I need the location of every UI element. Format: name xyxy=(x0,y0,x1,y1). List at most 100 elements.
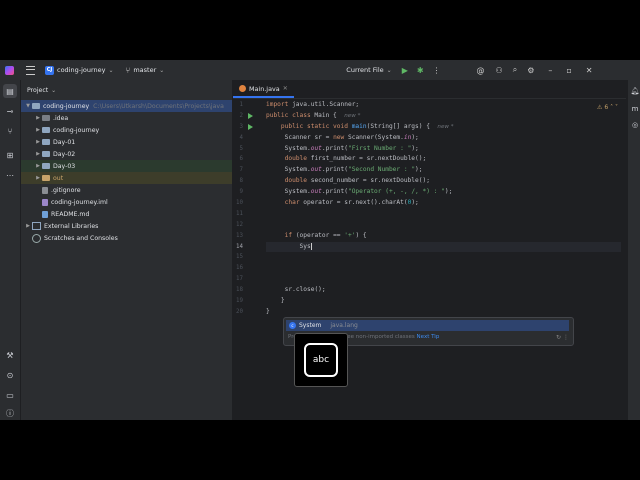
main-menu-icon[interactable] xyxy=(26,65,35,75)
tree-item-idea[interactable]: ▶ .idea xyxy=(21,112,232,124)
line-number: 12 xyxy=(236,221,243,228)
java-class-icon xyxy=(239,85,246,92)
run-class-gutter-icon[interactable] xyxy=(248,113,253,119)
more-actions-icon[interactable]: ⋮ xyxy=(433,66,441,75)
tree-item-scratches[interactable]: Scratches and Consoles xyxy=(21,232,232,244)
code-line-9: System.out.print("Operator (+, -, /, *) … xyxy=(266,187,621,198)
code-token: } xyxy=(266,307,270,315)
tree-item-day-01[interactable]: ▶ Day-01 xyxy=(21,136,232,148)
folder-icon xyxy=(42,115,50,121)
pull-requests-icon[interactable]: ⑂ xyxy=(3,124,17,138)
tree-item-readme[interactable]: README.md xyxy=(21,208,232,220)
code-token: java.util.Scanner; xyxy=(288,101,360,108)
commit-icon[interactable]: ⊸ xyxy=(3,104,17,118)
editor-tabs: Main.java ✕ xyxy=(233,80,626,99)
build-hammer-icon[interactable]: ⚒ xyxy=(3,348,17,362)
tree-item-gitignore[interactable]: .gitignore xyxy=(21,184,232,196)
settings-icon[interactable]: ⚙ xyxy=(527,66,534,75)
collapse-arrow-icon[interactable]: ▶ xyxy=(34,139,42,145)
code-line-10: char operator = sr.next().charAt(0); xyxy=(266,198,621,209)
tab-main-java[interactable]: Main.java ✕ xyxy=(233,81,294,98)
code-line-2: public class Main { new * xyxy=(266,111,621,122)
code-token: (operator == xyxy=(292,231,345,239)
line-number: 17 xyxy=(236,276,243,283)
tree-item-out[interactable]: ▶ out xyxy=(21,172,232,184)
code-token: operator = sr.next().charAt( xyxy=(299,199,408,207)
project-panel: Project ⌄ ▼ coding-journey C:\Users\Utka… xyxy=(21,80,233,420)
project-panel-title: Project xyxy=(27,86,49,94)
collapse-arrow-icon[interactable]: ▶ xyxy=(24,223,32,229)
line-number: 16 xyxy=(236,265,243,272)
collapse-arrow-icon[interactable]: ▶ xyxy=(34,163,42,169)
tree-item-iml[interactable]: coding-journey.iml xyxy=(21,196,232,208)
author-hint[interactable]: new * xyxy=(437,124,453,130)
tree-item-external-libraries[interactable]: ▶ External Libraries xyxy=(21,220,232,232)
code-token: double xyxy=(284,155,307,163)
code-token: "Second Number : " xyxy=(347,166,416,174)
code-line-13: if (operator == '+') { xyxy=(266,231,621,242)
debug-icon[interactable]: ✱ xyxy=(417,66,424,75)
folder-icon xyxy=(42,151,50,157)
code-token: "Operator (+, -, /, *) : " xyxy=(347,188,445,196)
close-icon[interactable]: ✕ xyxy=(586,66,593,75)
code-line-19: } xyxy=(266,296,621,307)
collapse-arrow-icon[interactable]: ▶ xyxy=(34,151,42,157)
close-tab-icon[interactable]: ✕ xyxy=(283,85,288,92)
collapse-arrow-icon[interactable]: ▶ xyxy=(34,115,42,121)
chevron-down-icon: ⌄ xyxy=(108,66,114,74)
line-number: 7 xyxy=(239,167,244,174)
minimize-icon[interactable]: – xyxy=(548,66,552,75)
restore-icon[interactable]: ▫ xyxy=(566,66,571,75)
expand-arrow-icon[interactable]: ▼ xyxy=(24,103,32,109)
completion-item[interactable]: c System java.lang xyxy=(286,320,569,331)
tree-root[interactable]: ▼ coding-journey C:\Users\Utkarsh\Docume… xyxy=(21,100,232,112)
structure-icon[interactable]: ⊞ xyxy=(3,148,17,162)
code-content[interactable]: import java.util.Scanner; public class M… xyxy=(266,100,621,318)
next-tip-link[interactable]: Next Tip xyxy=(417,334,440,340)
code-token: Main { xyxy=(310,111,337,119)
run-config-selector[interactable]: Current File ⌄ xyxy=(346,66,391,74)
search-icon[interactable]: ⌕ xyxy=(513,65,517,75)
refresh-icon[interactable]: ↻ xyxy=(556,334,561,341)
code-with-me-icon[interactable]: @ xyxy=(477,66,485,75)
code-token: out xyxy=(310,166,322,174)
project-switcher[interactable]: CJ coding-journey ⌄ xyxy=(45,65,114,75)
terminal-icon[interactable]: ▭ xyxy=(3,388,17,402)
code-token: .print( xyxy=(321,166,348,174)
line-number: 5 xyxy=(239,145,244,152)
code-token: char xyxy=(284,199,300,207)
tree-item-day-02[interactable]: ▶ Day-02 xyxy=(21,148,232,160)
keyboard-key-label: abc xyxy=(312,355,330,365)
line-number-gutter[interactable]: 1 2 3 4 5 6 7 8 9 10 11 12 13 14 15 16 1… xyxy=(233,100,263,420)
code-token: "First Number : " xyxy=(347,144,412,152)
code-token: second_number = sr.nextDouble(); xyxy=(307,177,430,185)
collapse-arrow-icon[interactable]: ▶ xyxy=(34,127,42,133)
project-tool-icon[interactable]: ▤ xyxy=(3,84,17,98)
tree-item-coding-journey[interactable]: ▶ coding-journey xyxy=(21,124,232,136)
branch-switcher[interactable]: ⑂ master ⌄ xyxy=(126,66,165,75)
author-hint[interactable]: new * xyxy=(344,113,360,119)
code-line-18: sr.close(); xyxy=(266,285,621,296)
notifications-icon[interactable]: 🔔︎ xyxy=(630,86,640,96)
tree-item-label: coding-journey.iml xyxy=(51,198,108,206)
problems-icon[interactable]: ⓘ xyxy=(3,406,17,420)
more-tools-icon[interactable]: ⋯ xyxy=(3,168,17,182)
collapse-arrow-icon[interactable]: ▶ xyxy=(34,175,42,181)
code-line-7: System.out.print("Second Number : "); xyxy=(266,165,621,176)
line-number: 19 xyxy=(236,298,243,305)
tree-item-label: Day-02 xyxy=(53,150,76,158)
chevron-down-icon: ⌄ xyxy=(159,66,165,74)
project-panel-header[interactable]: Project ⌄ xyxy=(21,80,232,100)
completion-item-package: java.lang xyxy=(330,322,358,329)
more-options-icon[interactable]: ⋮ xyxy=(563,334,569,341)
run-main-gutter-icon[interactable] xyxy=(248,124,253,130)
services-icon[interactable]: ⊙ xyxy=(3,368,17,382)
add-user-icon[interactable]: ⚇ xyxy=(496,66,503,75)
tree-item-day-03[interactable]: ▶ Day-03 xyxy=(21,160,232,172)
maven-icon[interactable]: m xyxy=(630,104,640,114)
class-icon: c xyxy=(289,322,296,329)
tree-item-label: .idea xyxy=(53,114,69,122)
run-icon[interactable]: ▶ xyxy=(402,66,408,75)
ai-assistant-icon[interactable]: ◎ xyxy=(630,120,640,130)
